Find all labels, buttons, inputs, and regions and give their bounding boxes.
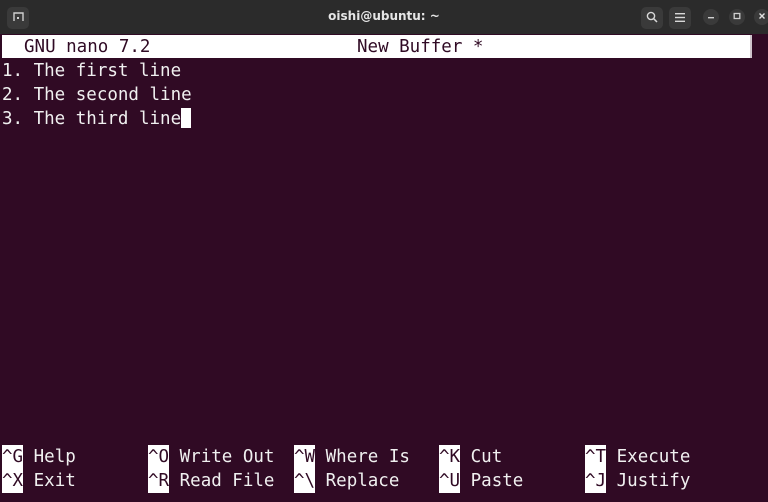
search-button[interactable] [641, 7, 663, 29]
hamburger-menu-icon [675, 12, 685, 25]
minimize-icon [707, 12, 715, 23]
shortcut-exit[interactable]: ^X Exit [2, 469, 76, 493]
maximize-icon [733, 12, 741, 23]
line-text: 1. The first line [2, 61, 182, 81]
shortcut-label: Write Out [179, 447, 275, 467]
shortcut-paste[interactable]: ^U Paste [439, 469, 523, 493]
shortcut-label: Justify [616, 471, 691, 491]
shortcut-key: ^R [148, 469, 170, 493]
close-icon [758, 12, 766, 23]
window-titlebar[interactable]: oishi@ubuntu: ~ [0, 0, 768, 35]
terminal-area[interactable]: GNU nano 7.2 New Buffer * 1. The first l… [0, 34, 768, 502]
shortcut-write-out[interactable]: ^O Write Out [148, 445, 274, 469]
shortcut-help[interactable]: ^G Help [2, 445, 76, 469]
maximize-button[interactable] [729, 9, 745, 25]
shortcut-key: ^O [148, 445, 170, 469]
shortcut-replace[interactable]: ^\ Replace [294, 469, 399, 493]
shortcut-label: Help [33, 447, 76, 467]
shortcut-key: ^W [294, 445, 316, 469]
nano-version: GNU nano 7.2 [24, 37, 151, 57]
line-text: 3. The third line [2, 109, 182, 129]
shortcut-label: Exit [33, 471, 76, 491]
buffer-name: New Buffer * [357, 37, 484, 57]
editor-line[interactable]: 3. The third line [2, 107, 192, 131]
close-button[interactable] [754, 9, 768, 25]
shortcut-where-is[interactable]: ^W Where Is [294, 445, 410, 469]
shortcut-key: ^X [2, 469, 24, 493]
line-text: 2. The second line [2, 85, 192, 105]
shortcut-label: Cut [470, 447, 503, 467]
shortcut-label: Read File [179, 471, 275, 491]
editor-line[interactable]: 2. The second line [2, 83, 192, 107]
shortcut-key: ^\ [294, 469, 316, 493]
shortcut-key: ^T [585, 445, 607, 469]
shortcut-justify[interactable]: ^J Justify [585, 469, 690, 493]
minimize-button[interactable] [703, 9, 719, 25]
shortcut-read-file[interactable]: ^R Read File [148, 469, 274, 493]
shortcut-label: Paste [470, 471, 524, 491]
menu-button[interactable] [669, 7, 691, 29]
shortcut-key: ^G [2, 445, 24, 469]
shortcut-label: Replace [325, 471, 400, 491]
editor-line[interactable]: 1. The first line [2, 59, 181, 83]
shortcut-key: ^K [439, 445, 461, 469]
shortcut-label: Execute [616, 447, 691, 467]
text-cursor [181, 108, 192, 128]
shortcut-key: ^U [439, 469, 461, 493]
shortcut-execute[interactable]: ^T Execute [585, 445, 690, 469]
shortcut-cut[interactable]: ^K Cut [439, 445, 502, 469]
shortcut-label: Where Is [325, 447, 410, 467]
search-icon [646, 11, 658, 26]
nano-header-bar: GNU nano 7.2 New Buffer * [2, 35, 752, 58]
shortcut-key: ^J [585, 469, 607, 493]
